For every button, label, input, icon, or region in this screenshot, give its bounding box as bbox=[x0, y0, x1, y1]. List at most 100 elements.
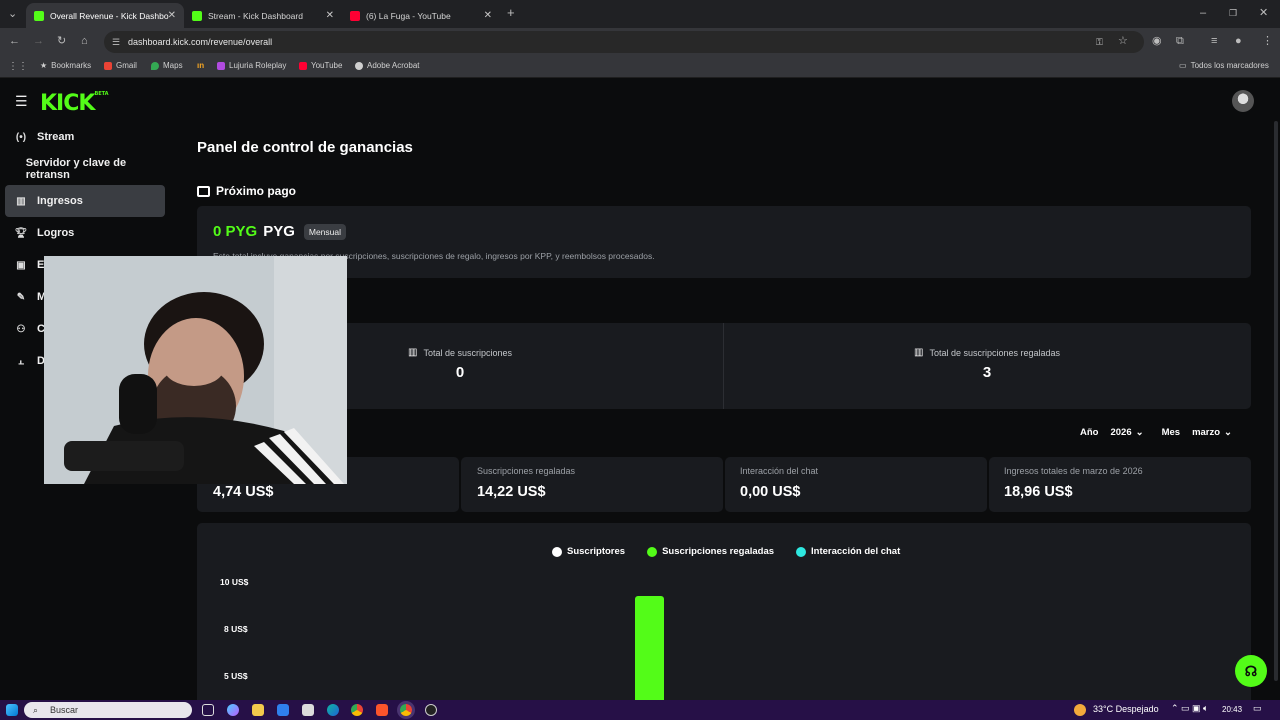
bookmark-item[interactable]: ★ Bookmarks bbox=[40, 61, 91, 70]
address-bar[interactable]: ☰ dashboard.kick.com/revenue/overall ⚿ ☆ bbox=[104, 31, 1144, 53]
restore-icon[interactable]: ❐ bbox=[1229, 8, 1237, 19]
windows-start-icon[interactable] bbox=[6, 704, 18, 716]
search-icon: ⌕ bbox=[33, 705, 39, 715]
tray-icons[interactable]: ⌃ ▭ ▣ 🔈︎ bbox=[1171, 703, 1208, 714]
page-scrollbar[interactable] bbox=[1274, 121, 1278, 681]
month-label: Mes bbox=[1161, 427, 1181, 438]
next-payment-card: 0 PYG PYG Mensual Este total incluye gan… bbox=[197, 206, 1251, 278]
close-tab-icon[interactable]: ✕ bbox=[168, 10, 176, 21]
kick-favicon-icon bbox=[34, 10, 44, 21]
tab-overall-revenue[interactable]: Overall Revenue - Kick Dashbo ✕ bbox=[26, 3, 184, 28]
chevron-down-icon: ⌄ bbox=[1224, 427, 1233, 438]
bookmark-star-icon[interactable]: ☆ bbox=[1118, 36, 1128, 47]
period-filters: Año 2026 ⌄ Mes marzo ⌄ bbox=[1080, 427, 1232, 438]
all-bookmarks-folder[interactable]: ▭ Todos los marcadores bbox=[1179, 61, 1269, 70]
task-view-icon[interactable] bbox=[202, 704, 214, 716]
page-title: Panel de control de ganancias bbox=[197, 139, 413, 156]
menu-kebab-icon[interactable]: ⋮ bbox=[1262, 36, 1273, 47]
bookmark-favicon-icon[interactable]: ın bbox=[197, 61, 204, 70]
obs-icon[interactable] bbox=[425, 704, 437, 716]
star-icon: ★ bbox=[40, 61, 48, 70]
chart-bar[interactable] bbox=[635, 596, 664, 703]
revenue-card: Interacción del chat 0,00 US$ bbox=[725, 457, 987, 512]
copilot-icon[interactable] bbox=[227, 704, 239, 716]
bookmark-item[interactable]: Lujuria Roleplay bbox=[217, 61, 286, 70]
reload-icon[interactable]: ↻ bbox=[57, 36, 66, 47]
bookmarks-bar: ⋮⋮ ★ Bookmarks Gmail Maps ın Lujuria Role… bbox=[0, 56, 1280, 78]
tab-title: Overall Revenue - Kick Dashbo bbox=[50, 10, 169, 21]
file-explorer-icon[interactable] bbox=[252, 704, 264, 716]
next-payment-heading: Próximo pago bbox=[197, 184, 296, 198]
bookmark-item[interactable]: Adobe Acrobat bbox=[355, 61, 419, 70]
support-chat-button[interactable]: ☊ bbox=[1235, 655, 1267, 687]
acrobat-icon bbox=[355, 61, 363, 70]
taskbar-search[interactable]: ⌕ Buscar bbox=[24, 702, 192, 718]
reading-list-icon[interactable]: ≡ bbox=[1211, 36, 1217, 47]
youtube-icon bbox=[299, 61, 307, 70]
youtube-favicon-icon bbox=[350, 10, 360, 21]
user-avatar[interactable] bbox=[1232, 90, 1254, 112]
brave-icon[interactable] bbox=[376, 704, 388, 716]
browser-tabstrip: ⌄ Overall Revenue - Kick Dashbo ✕ Stream… bbox=[0, 0, 1280, 28]
revenue-card: Suscripciones regaladas 14,22 US$ bbox=[461, 457, 723, 512]
video-icon: ▣ bbox=[16, 259, 26, 271]
close-tab-icon[interactable]: ✕ bbox=[484, 10, 492, 21]
frequency-badge: Mensual bbox=[303, 223, 347, 240]
browser-toolbar: ← → ↻ ⌂ ☰ dashboard.kick.com/revenue/ove… bbox=[0, 28, 1280, 56]
extensions-puzzle-icon[interactable]: ⧉ bbox=[1176, 36, 1184, 47]
tab-title: (6) La Fuga - YouTube bbox=[366, 10, 451, 21]
windows-taskbar: ⌕ Buscar 33°C Despejado ⌃ ▭ ▣ 🔈︎ 20:43 ▭ bbox=[0, 700, 1280, 720]
apps-grid-icon[interactable]: ⋮⋮ bbox=[8, 61, 28, 72]
sidebar-item-stream[interactable]: (•) Stream bbox=[5, 121, 165, 153]
new-tab-icon[interactable]: + bbox=[507, 6, 515, 19]
revenue-card: Ingresos totales de marzo de 2026 18,96 … bbox=[989, 457, 1251, 512]
clock[interactable]: 20:43 bbox=[1222, 705, 1242, 714]
extension-icon[interactable]: ◉ bbox=[1152, 36, 1162, 47]
minimize-icon[interactable]: – bbox=[1200, 8, 1206, 19]
maps-icon bbox=[151, 61, 159, 70]
forward-icon[interactable]: → bbox=[33, 36, 44, 47]
chrome-icon[interactable] bbox=[351, 704, 363, 716]
payment-currency: PYG bbox=[263, 223, 295, 240]
store-icon[interactable] bbox=[302, 704, 314, 716]
weather-text[interactable]: 33°C Despejado bbox=[1093, 704, 1159, 714]
url-text: dashboard.kick.com/revenue/overall bbox=[128, 37, 273, 47]
broadcast-icon: (•) bbox=[15, 131, 27, 143]
revenue-value: 0,00 US$ bbox=[740, 484, 801, 500]
site-info-icon[interactable]: ☰ bbox=[112, 37, 120, 48]
sidebar-item-stream-key[interactable]: Servidor y clave de retransn bbox=[5, 153, 165, 185]
tab-title: Stream - Kick Dashboard bbox=[208, 10, 303, 21]
notification-icon[interactable]: ▭ bbox=[1253, 703, 1262, 714]
streamer-webcam-image bbox=[44, 256, 347, 484]
app-icon[interactable] bbox=[277, 704, 289, 716]
revenue-value: 18,96 US$ bbox=[1004, 484, 1073, 500]
chrome-active-icon[interactable] bbox=[400, 704, 412, 716]
folder-icon: ▭ bbox=[1179, 61, 1187, 70]
home-icon[interactable]: ⌂ bbox=[81, 36, 88, 47]
bookmark-item[interactable]: Maps bbox=[151, 61, 183, 70]
wrench-icon: ✎ bbox=[16, 291, 26, 303]
hamburger-menu-icon[interactable]: ☰ bbox=[15, 93, 28, 110]
chart-icon: ▥ bbox=[913, 347, 924, 358]
year-label: Año bbox=[1080, 427, 1099, 438]
sidebar-item-logros[interactable]: 🏆︎ Logros bbox=[5, 217, 165, 249]
year-select[interactable]: 2026 ⌄ bbox=[1110, 427, 1143, 438]
tab-youtube[interactable]: (6) La Fuga - YouTube ✕ bbox=[342, 3, 500, 28]
edge-icon[interactable] bbox=[327, 704, 339, 716]
password-key-icon[interactable]: ⚿ bbox=[1096, 37, 1103, 48]
payment-amount: 0 PYG bbox=[213, 223, 258, 240]
bookmark-item[interactable]: YouTube bbox=[299, 61, 342, 70]
close-window-icon[interactable]: ✕ bbox=[1259, 8, 1268, 19]
tab-stream[interactable]: Stream - Kick Dashboard ✕ bbox=[184, 3, 342, 28]
tab-list-icon[interactable]: ⌄ bbox=[8, 9, 17, 20]
kick-favicon-icon bbox=[192, 10, 202, 21]
total-gifted-subscriptions: ▥ Total de suscripciones regaladas 3 bbox=[837, 347, 1137, 381]
month-select[interactable]: marzo ⌄ bbox=[1192, 427, 1232, 438]
profile-icon[interactable]: ● bbox=[1235, 36, 1242, 47]
bookmark-item[interactable]: Gmail bbox=[104, 61, 137, 70]
close-tab-icon[interactable]: ✕ bbox=[326, 10, 334, 21]
revenue-value: 4,74 US$ bbox=[213, 484, 274, 500]
sidebar-item-ingresos[interactable]: ▥ Ingresos bbox=[5, 185, 165, 217]
kick-logo[interactable]: KICKBETA bbox=[40, 91, 109, 116]
back-icon[interactable]: ← bbox=[9, 36, 20, 47]
